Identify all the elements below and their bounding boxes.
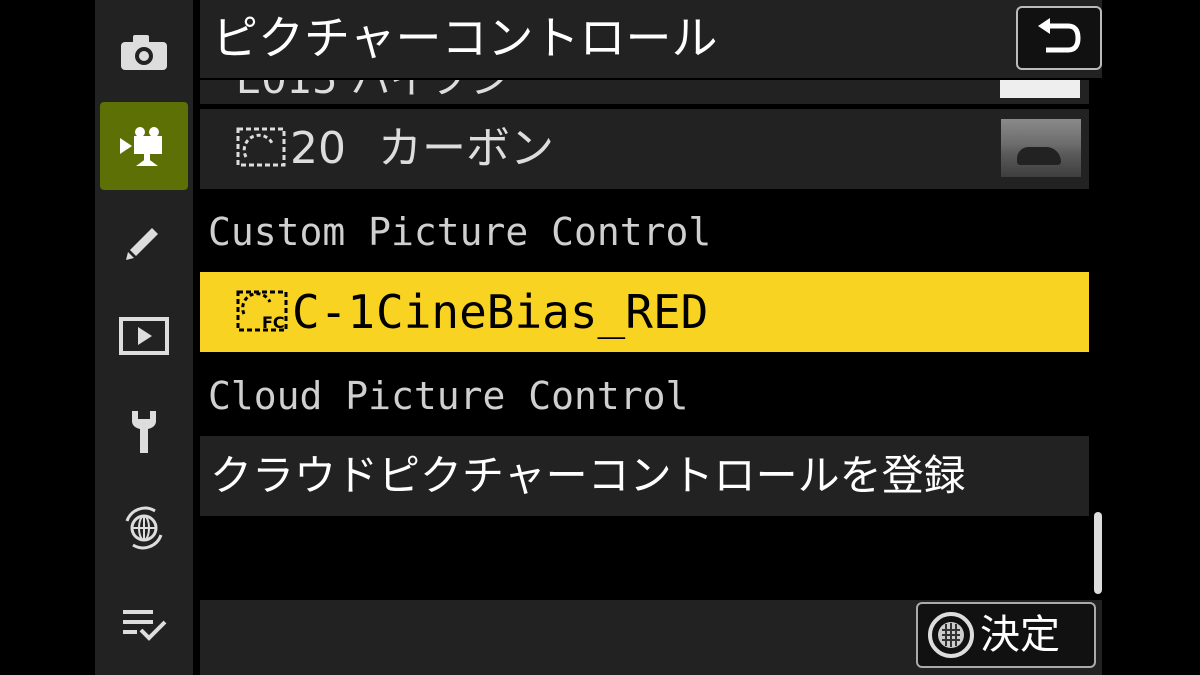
picture-control-menu: ピクチャーコントロール E015 ハイフン 20 カーボン Custom Pic… [196,0,1106,675]
sidebar-item-custom-settings[interactable] [100,198,188,286]
sidebar-item-my-menu[interactable] [100,580,188,668]
sidebar-item-network[interactable] [100,484,188,572]
list-item-selected-custom[interactable]: FC C-1 CineBias_RED [200,272,1089,352]
preview-thumbnail [1001,119,1081,177]
custom-picture-control-label: CineBias_RED [376,285,709,339]
picture-control-label: カーボン [378,123,554,174]
list-item-partial[interactable]: E015 ハイフン [200,80,1089,104]
picture-control-number: 20 [290,123,346,174]
register-cloud-label: クラウドピクチャーコントロールを登録 [210,451,966,500]
globe-icon [125,506,163,550]
custom-code: C-1 [292,285,376,339]
car-silhouette [1017,147,1061,165]
title-bar: ピクチャーコントロール [200,0,1102,78]
preview-thumbnail [1000,80,1080,98]
list-item-label: E015 ハイフン [236,80,511,103]
list-item-carbon[interactable]: 20 カーボン [200,109,1089,189]
back-button[interactable] [1016,6,1102,70]
movie-camera-icon [120,127,162,166]
screen-frame-left [0,0,95,675]
menu-sidebar [95,0,193,675]
custom-picture-control-icon: FC [236,290,288,332]
sidebar-item-playback[interactable] [100,292,188,380]
sidebar-item-setup[interactable] [100,388,188,476]
sidebar-item-movie-shooting[interactable] [100,102,188,190]
register-cloud-button[interactable]: クラウドピクチャーコントロールを登録 [200,436,1089,516]
page-title: ピクチャーコントロール [212,11,718,65]
play-icon [119,317,169,355]
checklist-icon [123,610,167,641]
return-icon [1038,18,1081,53]
scrollbar[interactable] [1094,512,1102,594]
camera-icon [121,35,167,70]
bottom-bar: 決定 [200,600,1102,675]
ok-button-icon [928,612,974,658]
svg-text:FC: FC [262,313,285,332]
wrench-icon [132,411,156,453]
sidebar-item-photo-shooting[interactable] [100,8,188,96]
section-header-cloud: Cloud Picture Control [208,374,689,418]
ok-label: 決定 [980,612,1060,658]
screen-frame-right [1106,0,1200,675]
picture-control-icon [236,127,286,167]
ok-button[interactable]: 決定 [916,602,1096,668]
section-header-custom: Custom Picture Control [208,210,712,254]
pencil-icon [126,228,158,260]
